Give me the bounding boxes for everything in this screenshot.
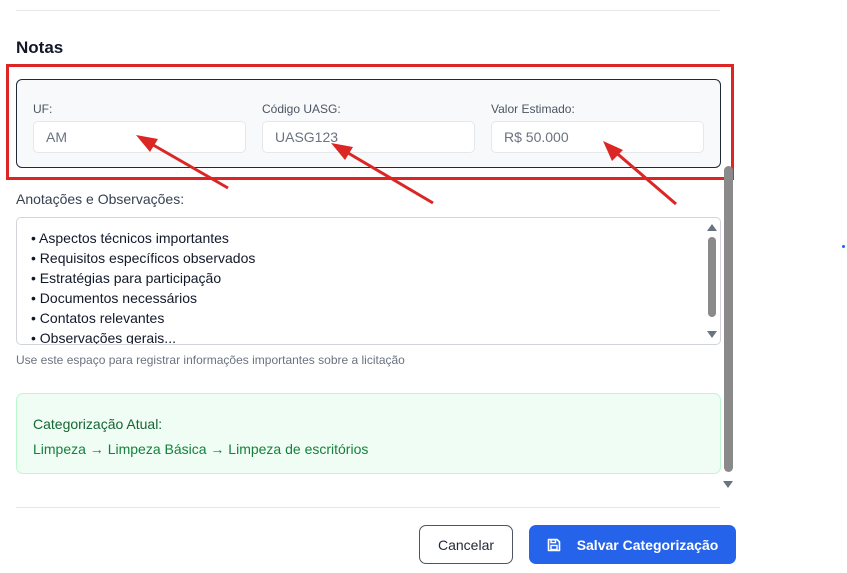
side-indicator-dot <box>842 245 845 248</box>
notes-item: Estratégias para participação <box>31 268 255 288</box>
section-title: Notas <box>16 38 64 57</box>
scroll-up-icon[interactable] <box>707 224 717 231</box>
save-icon <box>547 538 560 551</box>
categorization-path: Limpeza → Limpeza Básica → Limpeza de es… <box>33 441 369 457</box>
notes-item: Documentos necessários <box>31 288 255 308</box>
notes-list: Aspectos técnicos importantes Requisitos… <box>31 228 256 344</box>
license-info-card: UF: Código UASG: Valor Estimado: <box>16 79 721 168</box>
page-scrollbar[interactable] <box>723 166 734 491</box>
notes-item: Observações gerais... <box>31 328 255 344</box>
top-divider <box>16 10 720 11</box>
categorization-title: Categorização Atual: <box>33 416 163 432</box>
notes-scrollbar[interactable] <box>706 220 718 342</box>
valor-label: Valor Estimado: <box>491 102 575 116</box>
save-button-label: Salvar Categorização <box>576 536 719 553</box>
notes-item: Contatos relevantes <box>31 308 255 328</box>
notes-scroll-thumb[interactable] <box>708 237 716 317</box>
scroll-down-icon[interactable] <box>707 331 717 338</box>
categorization-card: Categorização Atual: Limpeza → Limpeza B… <box>16 393 721 474</box>
cancel-button[interactable]: Cancelar <box>419 525 513 564</box>
page-scroll-thumb[interactable] <box>724 166 733 472</box>
uf-label: UF: <box>33 102 53 116</box>
scroll-down-icon[interactable] <box>723 481 733 488</box>
uasg-field[interactable] <box>262 121 475 153</box>
uasg-label: Código UASG: <box>262 102 341 116</box>
notes-item: Requisitos específicos observados <box>31 248 256 268</box>
notes-help-text: Use este espaço para registrar informaçõ… <box>16 353 405 367</box>
valor-estimado-field[interactable] <box>491 121 704 153</box>
notes-textarea[interactable]: Aspectos técnicos importantes Requisitos… <box>16 217 721 345</box>
notes-label: Anotações e Observações: <box>16 191 185 207</box>
uf-field[interactable] <box>33 121 246 153</box>
footer-divider <box>16 507 720 508</box>
save-categorization-button[interactable]: Salvar Categorização <box>529 525 736 564</box>
notes-item: Aspectos técnicos importantes <box>31 228 255 248</box>
